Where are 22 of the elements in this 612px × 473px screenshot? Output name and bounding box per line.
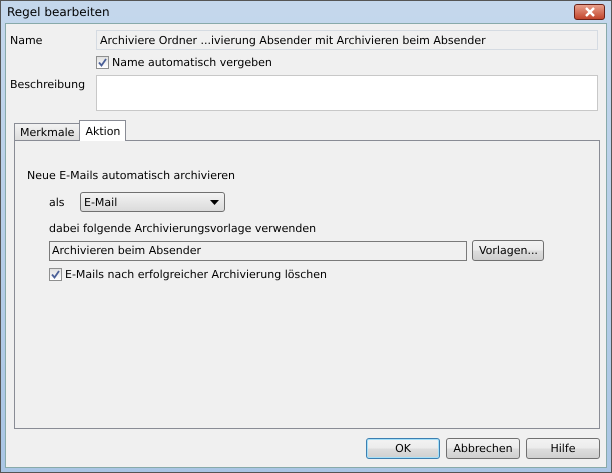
checkbox[interactable] <box>96 56 109 69</box>
dialog-button[interactable]: OK <box>366 438 440 459</box>
checkbox[interactable] <box>49 268 62 281</box>
checkbox-label: Name automatisch vergeben <box>112 56 272 69</box>
templates-button[interactable]: Vorlagen... <box>472 240 544 261</box>
close-icon <box>584 7 596 17</box>
section-heading: Neue E-Mails automatisch archivieren <box>27 169 236 182</box>
close-button[interactable] <box>574 4 605 20</box>
window-title: Regel bearbeiten <box>7 5 110 19</box>
description-field[interactable] <box>96 75 598 111</box>
tab[interactable]: Aktion <box>79 120 126 141</box>
checkbox-label: E-Mails nach erfolgreicher Archivierung löschen <box>65 268 327 281</box>
tab[interactable]: Merkmale <box>14 123 80 140</box>
as-label: als <box>49 196 66 208</box>
format-dropdown[interactable]: E-Mail <box>80 192 225 212</box>
description-label: Beschreibung <box>10 77 86 91</box>
template-label: dabei folgende Archivierungsvorlage verwenden <box>48 222 318 235</box>
name-label: Name <box>10 34 44 46</box>
template-field[interactable]: Archivieren beim Absender <box>49 240 467 260</box>
caret-icon <box>210 200 219 204</box>
dialog-button[interactable]: Hilfe <box>526 438 600 459</box>
dialog-button[interactable]: Abbrechen <box>446 438 520 459</box>
